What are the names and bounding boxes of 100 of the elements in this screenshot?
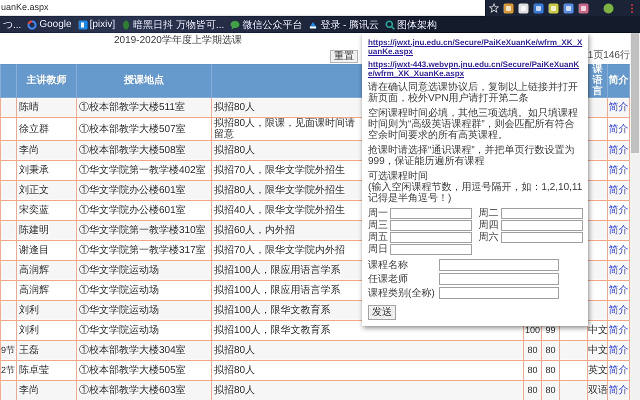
- table-cell: 80: [524, 340, 542, 360]
- field-label: 课程名称: [368, 260, 409, 270]
- table-cell: 80: [524, 360, 542, 380]
- bookmark-link[interactable]: つ...: [3, 18, 22, 32]
- input-field[interactable]: [390, 220, 472, 231]
- table-cell: 李尚: [16, 380, 76, 400]
- instruction-text: 请在确认同意选课协议后，复制以上链接并打开新页面，校外VPN用户请打开第二条: [368, 82, 579, 104]
- table-cell: 刘秉承: [16, 160, 76, 180]
- input-field[interactable]: [439, 259, 559, 271]
- table-cell-text: 拟招80人: [214, 145, 256, 156]
- day-label: 周三: [368, 220, 388, 231]
- table-cell-text: 拟招40人，限华文学院外招生: [214, 205, 346, 216]
- table-cell: 高润辉: [16, 280, 76, 300]
- table-cell: ①华文学院办公楼601室: [76, 200, 212, 220]
- day-label: 周二: [478, 208, 498, 219]
- table-cell: ①华文学院第一教学楼310室: [76, 220, 212, 240]
- input-field[interactable]: [439, 287, 559, 299]
- table-cell: 双语: [588, 380, 608, 400]
- input-field[interactable]: [390, 232, 472, 243]
- leaf-icon: [121, 20, 132, 30]
- field-label: 课程类别(全称): [368, 288, 436, 298]
- hint-text: (输入空闲课程节数，用逗号隔开，如：1,2,10,11 记得是半角逗号！): [368, 182, 583, 204]
- bookmark-link[interactable]: Google: [27, 19, 72, 30]
- day-label: 周四: [478, 220, 498, 231]
- table-cell-text: 拟招80人: [214, 345, 256, 356]
- reset-button[interactable]: 重置: [330, 50, 358, 63]
- extension-icon: [533, 2, 544, 14]
- extension-icon: [548, 2, 559, 14]
- column-header: 简介: [608, 64, 630, 98]
- scrollbar[interactable]: [630, 33, 640, 400]
- instruction-text: 抢课时请选择“通识课程”，并把单页行数设置为999，保证能历遍所有课程: [368, 145, 576, 167]
- table-cell: 80: [542, 340, 560, 360]
- bookmark-link[interactable]: 登录 - 腾讯云: [308, 18, 380, 32]
- input-field[interactable]: [390, 244, 472, 255]
- table-cell: ①华文学院运动场: [76, 260, 212, 280]
- table-cell: 中文: [588, 340, 608, 360]
- bookmark-link[interactable]: 暗黑日抖 万物皆可...: [121, 18, 224, 32]
- table-cell-text: 拟招80人，限课，见面课时间请留意: [214, 118, 356, 140]
- table-cell: ①校本部教学大楼508室: [76, 140, 212, 160]
- table-cell: ①校本部教学大楼507室: [76, 118, 212, 140]
- input-field[interactable]: [500, 232, 582, 243]
- day-label: 周五: [368, 232, 388, 243]
- table-cell-text: 拟招100人，限华文教育系: [214, 325, 332, 336]
- bookmark-link[interactable]: [pixiv]: [78, 19, 116, 30]
- table-cell: 中文: [588, 320, 608, 340]
- day-label: 周一: [368, 208, 388, 219]
- extension-icon: [578, 2, 589, 14]
- table-cell: 宋奕蓝: [16, 200, 76, 220]
- address-field[interactable]: uanKe.aspx: [0, 0, 485, 16]
- table-cell: 刘正文: [16, 180, 76, 200]
- star-icon: [489, 3, 499, 13]
- table-cell-text: 拟招80人: [214, 102, 256, 113]
- table-cell: 李尚: [16, 140, 76, 160]
- day-label: 周日: [368, 244, 388, 255]
- section-label: 可选课程时间: [368, 171, 429, 182]
- table-cell: ①华文学院第一教学楼317室: [76, 240, 212, 260]
- url-link[interactable]: https://jwxt.jnu.edu.cn/Secure/PaiKeXuanKe/wfrm_XK_XuanKe.aspx: [368, 38, 583, 56]
- extension-icon: [503, 2, 514, 14]
- table-cell-text: 拟招100人，限应用语言学系: [214, 285, 342, 296]
- table-cell: 王磊: [16, 340, 76, 360]
- table-cell: ①华文学院运动场: [76, 300, 212, 320]
- url-link[interactable]: https://jwxt-443.webvpn.jnu.edu.cn/Secure/PaiKeXuanKe/wfrm_XK_XuanKe.aspx: [368, 60, 583, 78]
- table-cell: 80: [542, 360, 560, 380]
- avatar-icon: [603, 2, 614, 14]
- input-field[interactable]: [439, 273, 559, 285]
- field-label: 任课老师: [368, 274, 409, 284]
- table-cell: ①华文学院运动场: [76, 280, 212, 300]
- column-header: 主讲教师: [16, 64, 76, 98]
- table-cell: 陈建明: [16, 220, 76, 240]
- search-icon: [385, 20, 396, 30]
- send-button[interactable]: 发送: [368, 305, 396, 320]
- bookmark-link[interactable]: 图体架构: [385, 18, 438, 32]
- bookmark-link[interactable]: 微信公众平台: [230, 18, 302, 32]
- column-header: 授课地点: [76, 64, 212, 98]
- table-cell: 陈晴: [16, 98, 76, 118]
- table-cell: ①华文学院第一教学楼402室: [76, 160, 212, 180]
- ring-icon: [27, 20, 38, 30]
- table-cell: 陈卓莹: [16, 360, 76, 380]
- table-cell: 英文: [588, 360, 608, 380]
- page-title: 2019-2020学年度上学期选课: [114, 35, 242, 46]
- extension-icon: [563, 2, 574, 14]
- table-cell: ①华文学院办公楼601室: [76, 180, 212, 200]
- table-cell: 刘利: [16, 300, 76, 320]
- input-field[interactable]: [390, 208, 472, 219]
- table-cell: 高润辉: [16, 260, 76, 280]
- scrollbar-thumb[interactable]: [631, 33, 639, 153]
- table-cell: 9节: [0, 340, 16, 360]
- chat-bubble-icon: [230, 20, 240, 30]
- table-cell-text: 拟招60人，内外招: [214, 225, 296, 236]
- table-cell: 刘利: [16, 320, 76, 340]
- day-label: 周六: [478, 232, 498, 243]
- column-header: 课语言: [588, 64, 608, 98]
- table-cell-text: 拟招80人: [214, 365, 256, 376]
- table-cell-text: 拟招70人，限华文学院内外招: [214, 245, 346, 256]
- table-cell-text: 拟招100人，限应用语言学系: [214, 265, 342, 276]
- input-field[interactable]: [500, 208, 582, 219]
- input-field[interactable]: [500, 220, 582, 231]
- table-cell: ①华文学院运动场: [76, 320, 212, 340]
- square-icon: [78, 20, 88, 30]
- table-cell-text: 拟招80人: [214, 385, 256, 396]
